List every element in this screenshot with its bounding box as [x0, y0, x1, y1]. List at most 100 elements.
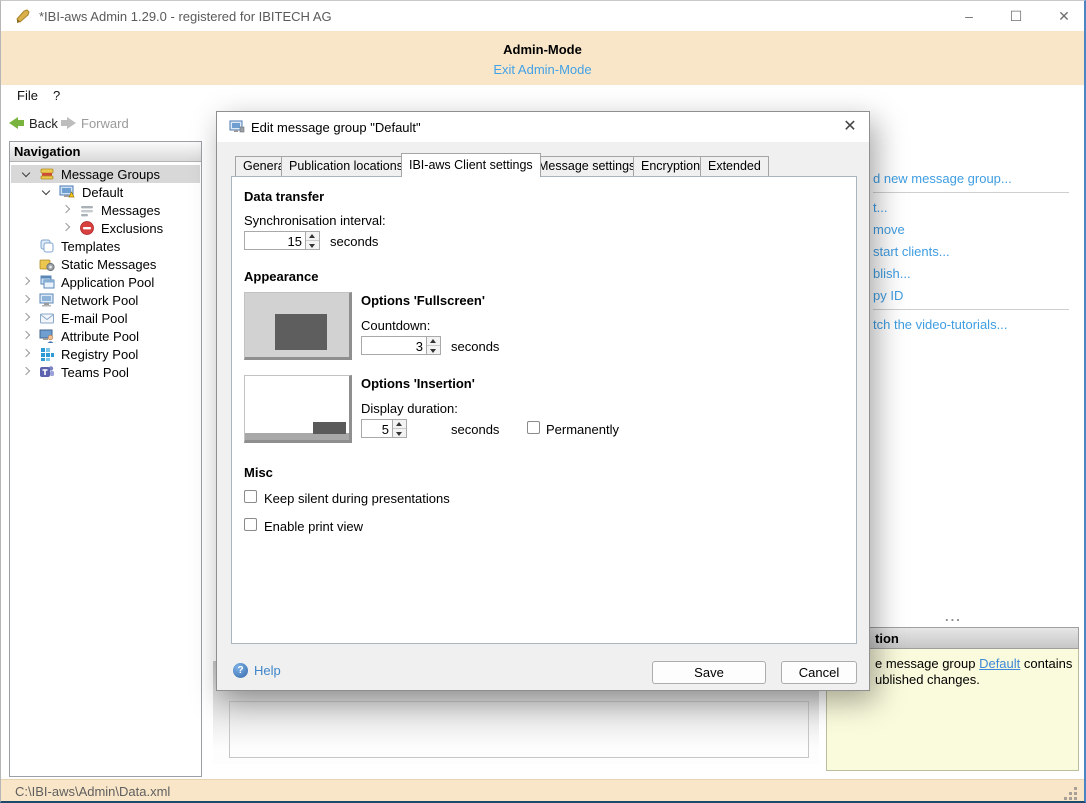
task-link-remove[interactable]: move	[873, 222, 905, 237]
spin-down-icon[interactable]	[306, 241, 319, 249]
registry-pool-icon	[39, 346, 55, 362]
help-label: Help	[254, 663, 281, 678]
sidebar-item-label: Templates	[61, 239, 120, 254]
forward-arrow-icon	[61, 117, 76, 129]
minimize-button[interactable]: –	[954, 8, 984, 26]
tab-ibi-aws-client-settings[interactable]: IBI-aws Client settings	[401, 153, 541, 177]
default-group-icon	[59, 184, 75, 200]
app-window: *IBI-aws Admin 1.29.0 - registered for I…	[0, 0, 1086, 803]
panel-splitter-handle[interactable]: ...	[945, 609, 962, 624]
default-group-link[interactable]: Default	[979, 656, 1020, 671]
forward-button[interactable]: Forward	[61, 113, 129, 133]
insertion-preview-taskbar	[245, 433, 349, 440]
admin-mode-banner: Admin-Mode Exit Admin-Mode	[1, 31, 1084, 85]
sidebar-item-email-pool[interactable]: E-mail Pool	[11, 309, 200, 327]
display-duration-spinner[interactable]: 5	[361, 419, 407, 438]
sidebar-item-messages[interactable]: Messages	[11, 201, 200, 219]
sidebar-item-label: Default	[82, 185, 123, 200]
status-path: C:\IBI-aws\Admin\Data.xml	[15, 784, 170, 799]
tab-message-settings[interactable]: Message settings	[530, 156, 643, 177]
back-label: Back	[29, 116, 58, 131]
exclusions-icon	[79, 220, 95, 236]
display-duration-label: Display duration:	[361, 401, 458, 416]
task-link-edit[interactable]: t...	[873, 200, 887, 215]
sync-interval-label: Synchronisation interval:	[244, 213, 386, 228]
chevron-right-icon[interactable]	[22, 349, 30, 357]
sidebar-item-templates[interactable]: Templates	[11, 237, 200, 255]
client-settings-tab-page: Data transfer Synchronisation interval: …	[231, 176, 857, 644]
countdown-spinner[interactable]: 3	[361, 336, 441, 355]
sidebar-item-label: Attribute Pool	[61, 329, 139, 344]
tab-encryption[interactable]: Encryption	[633, 156, 708, 177]
sidebar-item-label: Message Groups	[61, 167, 160, 182]
close-button[interactable]: ✕	[1049, 8, 1079, 26]
spin-up-icon[interactable]	[427, 337, 440, 346]
sidebar-item-teams-pool[interactable]: Teams Pool	[11, 363, 200, 381]
info-panel-title: tion	[875, 631, 899, 646]
countdown-value[interactable]: 3	[362, 337, 426, 354]
teams-pool-icon	[39, 364, 55, 380]
save-button[interactable]: Save	[652, 661, 766, 684]
chevron-right-icon[interactable]	[22, 295, 30, 303]
menu-help[interactable]: ?	[53, 88, 60, 103]
menu-file[interactable]: File	[17, 88, 38, 103]
window-title: *IBI-aws Admin 1.29.0 - registered for I…	[39, 9, 332, 24]
fullscreen-preview-message-box	[275, 314, 327, 350]
sidebar-item-static-messages[interactable]: Static Messages	[11, 255, 200, 273]
info-message-line2: ublished changes.	[875, 672, 980, 687]
insertion-options-heading: Options 'Insertion'	[361, 376, 475, 391]
spin-down-icon[interactable]	[427, 346, 440, 354]
back-button[interactable]: Back	[9, 113, 58, 133]
display-duration-value[interactable]: 5	[362, 420, 392, 437]
chevron-right-icon[interactable]	[22, 367, 30, 375]
messages-icon	[79, 202, 95, 218]
resize-grip[interactable]	[1065, 788, 1077, 800]
chevron-right-icon[interactable]	[62, 223, 70, 231]
spin-up-icon[interactable]	[393, 420, 406, 429]
chevron-right-icon[interactable]	[22, 331, 30, 339]
templates-icon	[39, 238, 55, 254]
chevron-right-icon[interactable]	[22, 277, 30, 285]
countdown-unit: seconds	[451, 339, 499, 354]
tab-publication-locations[interactable]: Publication locations	[281, 156, 411, 177]
cancel-button[interactable]: Cancel	[781, 661, 857, 684]
enable-print-view-checkbox[interactable]	[244, 518, 257, 531]
task-separator	[873, 309, 1069, 310]
task-link-video-tutorials[interactable]: tch the video-tutorials...	[873, 317, 1007, 332]
task-link-restart-clients[interactable]: start clients...	[873, 244, 950, 259]
sidebar-item-message-groups[interactable]: Message Groups	[11, 165, 200, 183]
maximize-button[interactable]: ☐	[1001, 8, 1031, 26]
edit-message-group-dialog: Edit message group "Default" ✕ General P…	[216, 111, 870, 691]
sidebar-item-label: Registry Pool	[61, 347, 138, 362]
permanently-checkbox[interactable]	[527, 421, 540, 434]
sync-interval-spinner[interactable]: 15	[244, 231, 320, 250]
chevron-down-icon[interactable]	[42, 187, 50, 195]
dialog-close-icon[interactable]: ✕	[835, 116, 865, 138]
dialog-titlebar: Edit message group "Default" ✕	[217, 112, 869, 142]
task-link-add-new-message-group[interactable]: d new message group...	[873, 171, 1012, 186]
sync-interval-value[interactable]: 15	[245, 232, 305, 249]
exit-admin-mode-link[interactable]: Exit Admin-Mode	[1, 62, 1084, 77]
help-link[interactable]: ? Help	[233, 663, 281, 678]
email-pool-icon	[39, 310, 55, 326]
tab-extended[interactable]: Extended	[700, 156, 769, 177]
admin-mode-title: Admin-Mode	[1, 42, 1084, 57]
task-link-copy-id[interactable]: py ID	[873, 288, 903, 303]
sidebar-item-registry-pool[interactable]: Registry Pool	[11, 345, 200, 363]
attribute-pool-icon	[39, 328, 55, 344]
sidebar-item-application-pool[interactable]: Application Pool	[11, 273, 200, 291]
sidebar-item-exclusions[interactable]: Exclusions	[11, 219, 200, 237]
chevron-right-icon[interactable]	[62, 205, 70, 213]
sync-interval-unit: seconds	[330, 234, 378, 249]
chevron-down-icon[interactable]	[22, 169, 30, 177]
sidebar-item-attribute-pool[interactable]: Attribute Pool	[11, 327, 200, 345]
task-link-publish[interactable]: blish...	[873, 266, 911, 281]
data-transfer-heading: Data transfer	[244, 189, 324, 204]
spin-down-icon[interactable]	[393, 429, 406, 437]
chevron-right-icon[interactable]	[22, 313, 30, 321]
sidebar-item-default[interactable]: Default	[11, 183, 200, 201]
spin-up-icon[interactable]	[306, 232, 319, 241]
keep-silent-checkbox[interactable]	[244, 490, 257, 503]
sidebar-item-network-pool[interactable]: Network Pool	[11, 291, 200, 309]
sidebar-item-label: E-mail Pool	[61, 311, 127, 326]
